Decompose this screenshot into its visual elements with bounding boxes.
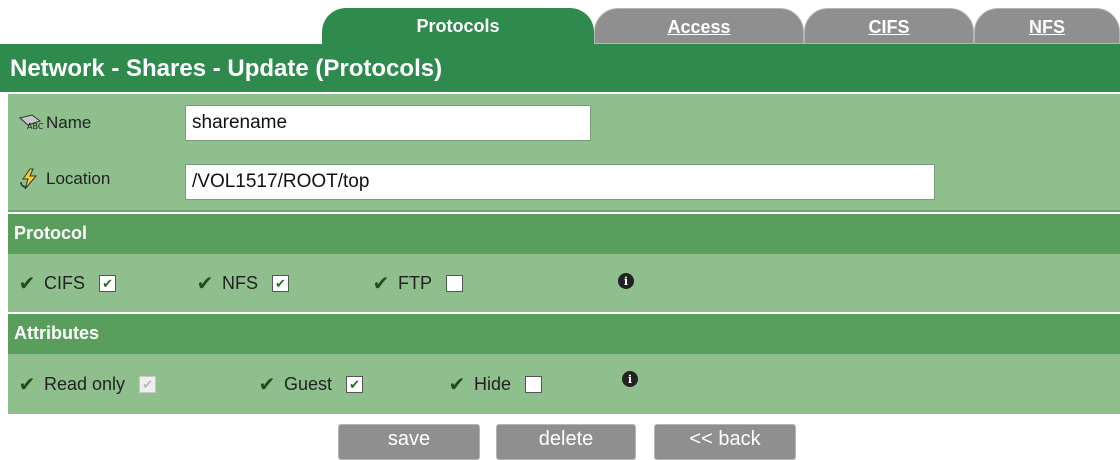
attribute-hide-label: Hide (474, 374, 512, 394)
attribute-read-only-checkbox: ✔ (139, 376, 157, 393)
protocol-section-header: Protocol (8, 214, 1120, 254)
location-input[interactable] (185, 164, 935, 200)
protocol-option-cifs: ✔ CIFS ✔ (16, 271, 117, 296)
protocol-nfs-label: NFS (222, 273, 258, 293)
attribute-read-only-label: Read only (44, 374, 126, 394)
checkmark-icon: ✔ (372, 273, 390, 295)
name-label: Name (46, 113, 92, 132)
tab-protocols[interactable]: Protocols (322, 8, 594, 44)
back-button[interactable]: << back (654, 424, 796, 460)
protocol-nfs-checkbox[interactable]: ✔ (272, 275, 289, 292)
protocol-option-ftp: ✔ FTP (370, 271, 463, 296)
lightning-folder-icon (20, 168, 38, 190)
checkmark-icon: ✔ (18, 273, 36, 295)
tab-nfs[interactable]: NFS (974, 8, 1120, 44)
attributes-section-header: Attributes (8, 314, 1120, 354)
protocol-option-nfs: ✔ NFS ✔ (194, 271, 289, 296)
tab-protocols-label: Protocols (416, 16, 500, 36)
checkmark-icon: ✔ (258, 374, 276, 396)
checkmark-icon: ✔ (448, 374, 466, 396)
protocol-cifs-checkbox[interactable]: ✔ (99, 275, 117, 292)
attribute-guest-label: Guest (284, 374, 333, 394)
svg-text:ABC: ABC (27, 122, 44, 131)
info-icon[interactable]: i (618, 273, 634, 289)
protocol-options-row: ✔ CIFS ✔ ✔ NFS ✔ ✔ FTP i (8, 254, 1120, 312)
page-title: Network - Shares - Update (Protocols) (0, 44, 1120, 92)
name-tag-icon: ABC (18, 114, 44, 131)
tab-access-label: Access (667, 17, 731, 37)
checkmark-icon: ✔ (196, 273, 214, 295)
tab-access[interactable]: Access (594, 8, 804, 44)
attribute-option-guest: ✔ Guest ✔ (256, 372, 364, 397)
tab-cifs-label: CIFS (868, 17, 910, 37)
attribute-guest-checkbox[interactable]: ✔ (346, 376, 364, 393)
tab-cifs[interactable]: CIFS (804, 8, 974, 44)
name-label-group: ABC Name (18, 112, 91, 134)
attributes-options-row: ✔ Read only ✔ ✔ Guest ✔ ✔ Hide i (8, 354, 1120, 414)
location-label: Location (46, 169, 111, 188)
protocol-cifs-label: CIFS (44, 273, 86, 293)
name-input[interactable] (185, 105, 591, 141)
info-icon[interactable]: i (622, 371, 638, 387)
attribute-hide-checkbox[interactable] (525, 376, 543, 393)
delete-button[interactable]: delete (496, 424, 636, 460)
tab-bar: Protocols Access CIFS NFS (0, 0, 1120, 44)
protocol-ftp-label: FTP (398, 273, 432, 293)
location-label-group: Location (18, 168, 110, 190)
name-row: ABC Name (8, 94, 1120, 150)
tab-nfs-label: NFS (1029, 17, 1065, 37)
attribute-option-read-only: ✔ Read only ✔ (16, 372, 157, 397)
protocol-ftp-checkbox[interactable] (446, 275, 463, 292)
location-row: Location (8, 150, 1120, 212)
attribute-option-hide: ✔ Hide (446, 372, 543, 397)
save-button[interactable]: save (338, 424, 480, 460)
checkmark-icon: ✔ (18, 374, 36, 396)
